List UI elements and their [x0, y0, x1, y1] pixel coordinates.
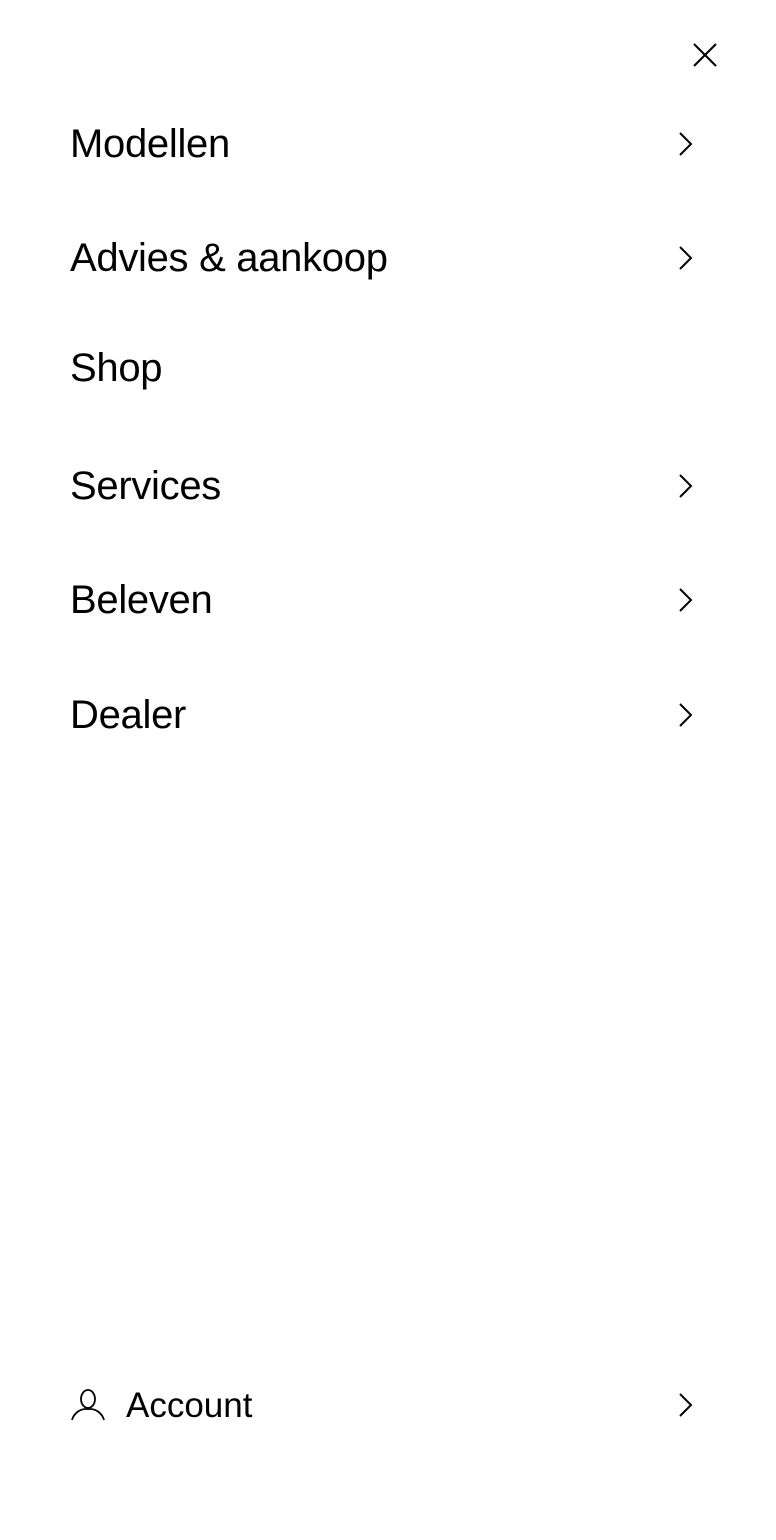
nav-item-modellen[interactable]: Modellen — [70, 104, 706, 184]
account-label: Account — [126, 1385, 253, 1425]
chevron-right-icon — [670, 1385, 700, 1425]
account-left: Account — [70, 1387, 252, 1423]
nav-item-advies-aankoop[interactable]: Advies & aankoop — [70, 218, 706, 298]
nav-item-label: Beleven — [70, 578, 213, 622]
nav-item-label: Modellen — [70, 122, 230, 166]
chevron-right-icon — [670, 238, 700, 278]
account-link[interactable]: Account — [70, 1365, 706, 1445]
nav-item-label: Advies & aankoop — [70, 236, 388, 280]
chevron-right-icon — [670, 124, 700, 164]
chevron-right-icon — [670, 695, 700, 735]
nav-item-dealer[interactable]: Dealer — [70, 675, 706, 755]
nav-item-shop[interactable]: Shop — [70, 328, 706, 408]
nav-item-beleven[interactable]: Beleven — [70, 560, 706, 640]
user-icon — [70, 1387, 106, 1423]
chevron-right-icon — [670, 466, 700, 506]
nav-item-label: Dealer — [70, 693, 187, 737]
nav-item-label: Services — [70, 464, 221, 508]
nav-item-label: Shop — [70, 346, 163, 390]
close-button[interactable] — [686, 36, 724, 74]
nav-item-services[interactable]: Services — [70, 446, 706, 526]
chevron-right-icon — [670, 580, 700, 620]
close-icon — [693, 43, 717, 67]
